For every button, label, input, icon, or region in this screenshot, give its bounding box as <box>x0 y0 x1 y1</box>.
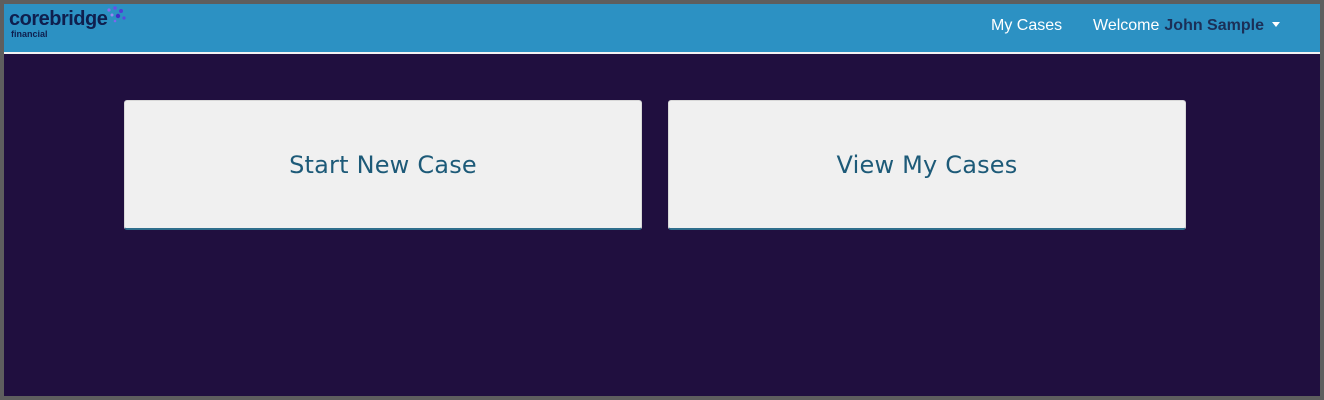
view-my-cases-label: View My Cases <box>836 150 1018 179</box>
nav-my-cases-link[interactable]: My Cases <box>991 4 1062 52</box>
user-name: John Sample <box>1164 17 1264 34</box>
start-new-case-label: Start New Case <box>289 150 477 179</box>
app-window: corebridge financial My Cases Welcome Joh… <box>4 4 1320 396</box>
brand-subtitle: financial <box>11 29 48 39</box>
start-new-case-button[interactable]: Start New Case <box>124 100 642 230</box>
caret-down-icon <box>1271 22 1280 28</box>
top-navbar: corebridge financial My Cases Welcome Joh… <box>4 4 1320 54</box>
brand-logo[interactable]: corebridge financial <box>9 6 129 46</box>
brand-name: corebridge <box>9 8 108 30</box>
welcome-label: Welcome <box>1093 17 1160 34</box>
view-my-cases-button[interactable]: View My Cases <box>668 100 1186 230</box>
user-menu-dropdown[interactable]: Welcome John Sample <box>1093 4 1280 52</box>
logo-dots-icon <box>107 6 126 23</box>
